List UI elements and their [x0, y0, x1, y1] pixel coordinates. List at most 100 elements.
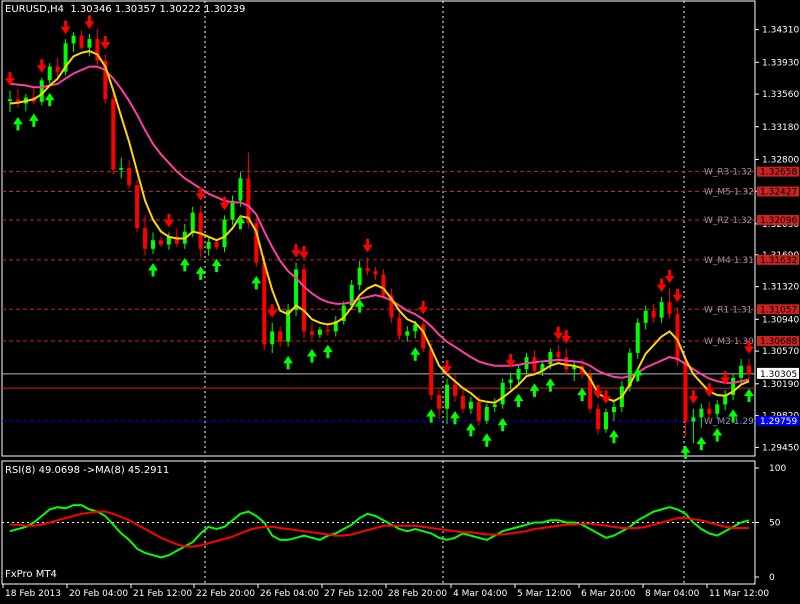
sell-signal-arrow [163, 213, 174, 228]
pivot-level-label: W_M5 1.32 [704, 187, 754, 197]
time-axis-label: 11 Mar 12:00 [709, 589, 769, 599]
candle-body [635, 322, 640, 353]
buy-signal-arrow [235, 215, 246, 230]
buy-signal-arrow [211, 258, 222, 273]
candle-body [492, 404, 497, 407]
time-axis-label: 27 Feb 12:00 [324, 589, 383, 599]
candle-body [262, 262, 267, 345]
pivot-price-tag-label: 1.32658 [760, 168, 797, 178]
ohlc-readout: 1.30346 1.30357 1.30222 1.30239 [70, 4, 246, 15]
buy-signal-arrow [545, 378, 556, 392]
candle-body [468, 401, 473, 409]
buy-signal-arrow [529, 383, 540, 397]
rsi-indicator-label: RSI(8) 49.0698 ->MA(8) 45.2911 [5, 465, 170, 476]
candle-body [158, 240, 163, 245]
sell-signal-arrow [656, 278, 667, 292]
time-axis-label: 6 Mar 20:00 [581, 589, 636, 599]
candle-body [365, 267, 370, 272]
sell-signal-arrow [553, 326, 564, 341]
candle-body [429, 348, 434, 395]
sell-signal-arrow [688, 390, 699, 404]
candle-body [151, 240, 156, 249]
rsi-ma-line [10, 510, 749, 548]
chart-canvas[interactable]: 1.34310 1.33930 1.33560 1.33180 1.32800 1.324… [0, 0, 800, 600]
sell-signal-arrow [100, 36, 111, 50]
buy-signal-arrow [744, 388, 754, 402]
candle-body [198, 212, 203, 249]
pivot-level-label: W_R2 1.32 [704, 216, 752, 226]
buy-signal-arrow [450, 410, 460, 425]
sell-signal-arrow [664, 269, 675, 284]
price-tick-label: 1.30190 [762, 380, 799, 390]
candle-body [659, 302, 664, 318]
pivot-price-tag-label: 1.32427 [760, 187, 797, 197]
rsi-tick-label: 50 [769, 519, 781, 529]
candle-body [7, 99, 12, 101]
candle-body [325, 329, 330, 332]
pivot-level-label: W_M3 1.30 [704, 337, 754, 347]
buy-signal-arrow [179, 257, 190, 272]
time-axis-label: 22 Feb 20:00 [196, 589, 255, 599]
pivot-level-label: W_R3 1.32 [704, 168, 752, 178]
candle-body [302, 269, 307, 332]
candle-body [691, 417, 696, 422]
time-axis-label: 20 Feb 04:00 [69, 589, 128, 599]
buy-signal-arrow [283, 355, 294, 370]
sell-signal-arrow [84, 15, 95, 29]
buy-signal-arrow [28, 113, 39, 127]
buy-signal-arrow [322, 344, 333, 359]
candle-body [87, 39, 92, 48]
candle-body [190, 212, 195, 232]
pivot-price-tag-label: 1.31632 [760, 256, 797, 266]
bid-price-tag-label: 1.30305 [760, 370, 797, 380]
rsi-tick-label: 100 [769, 464, 786, 474]
sell-signal-arrow [704, 383, 715, 397]
candle-body [397, 317, 402, 336]
candle-body [476, 401, 481, 421]
price-tick-label: 1.30570 [762, 347, 799, 357]
sell-signal-arrow [601, 390, 611, 404]
buy-signal-arrow [712, 428, 723, 442]
buy-signal-arrow [608, 429, 619, 444]
candle-body [373, 271, 378, 275]
candle-body [135, 185, 140, 229]
time-axis-label: 26 Feb 04:00 [260, 589, 319, 599]
candle-body [238, 178, 243, 201]
price-tick-label: 1.34310 [762, 26, 799, 36]
trading-chart-window[interactable]: 1.34310 1.33930 1.33560 1.33180 1.32800 1.324… [0, 0, 800, 600]
price-tick-label: 1.33180 [762, 123, 799, 133]
pivot-price-tag-label: 1.31057 [760, 305, 797, 315]
candle-body [309, 331, 314, 335]
candle-body [548, 351, 553, 365]
buy-signal-arrow [251, 275, 262, 290]
candle-body [317, 329, 322, 335]
buy-signal-arrow [481, 433, 492, 447]
buy-signal-arrow [148, 263, 158, 277]
candle-body [460, 395, 465, 409]
pivot-level-label: W_R1 1.31 [704, 305, 752, 315]
buy-signal-arrow [513, 393, 524, 408]
candle-body [667, 302, 672, 315]
price-tick-label: 1.33560 [762, 90, 799, 100]
buy-signal-arrow [307, 349, 317, 363]
candle-body [484, 407, 489, 421]
candle-body [79, 35, 84, 48]
candle-body [111, 99, 116, 170]
rsi-tick-label: 0 [769, 573, 775, 583]
candle-body [699, 408, 704, 418]
chart-header: EURUSD,H4 1.30346 1.30357 1.30222 1.3023… [5, 4, 245, 15]
candle-body [405, 331, 410, 336]
candle-body [206, 241, 211, 249]
sell-signal-arrow [60, 20, 71, 34]
candle-body [127, 168, 132, 186]
sell-signal-arrow [418, 300, 429, 315]
buy-signal-arrow [465, 422, 476, 437]
candle-body [564, 357, 569, 370]
candle-body [230, 200, 235, 220]
candle-body [500, 382, 505, 405]
candle-body [246, 178, 251, 224]
price-tick-label: 1.31320 [762, 283, 799, 293]
buy-signal-arrow [410, 347, 421, 361]
buy-signal-arrow [696, 436, 707, 451]
rsi-line [9, 504, 750, 559]
